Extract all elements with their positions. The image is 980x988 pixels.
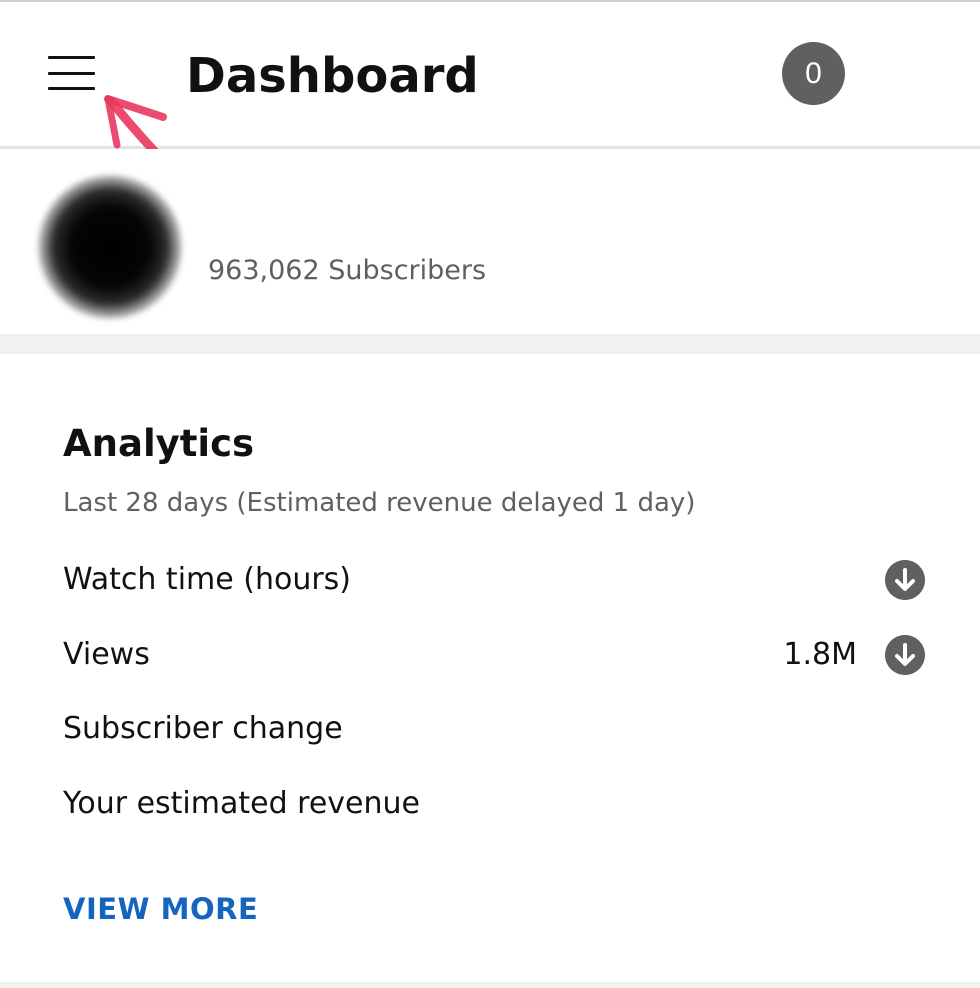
menu-button[interactable]	[40, 48, 102, 98]
arrow-down-circle-icon	[885, 635, 925, 675]
metric-label: Your estimated revenue	[63, 786, 420, 821]
metric-value: 1.8M	[783, 637, 857, 672]
metric-label: Subscriber change	[63, 711, 343, 746]
bottom-divider	[0, 982, 980, 988]
analytics-subtitle: Last 28 days (Estimated revenue delayed …	[63, 488, 696, 518]
dashboard-page: Dashboard 0 963,062 Subscribers Analytic…	[0, 0, 980, 988]
subscriber-count: 963,062 Subscribers	[208, 255, 487, 286]
metric-row-estimated-revenue[interactable]: Your estimated revenue	[63, 779, 933, 829]
channel-avatar[interactable]	[38, 175, 182, 319]
notification-badge[interactable]: 0	[782, 42, 845, 105]
view-more-link[interactable]: VIEW MORE	[63, 886, 258, 932]
arrow-down-circle-icon	[885, 560, 925, 600]
metric-row-subscriber-change[interactable]: Subscriber change	[63, 704, 933, 754]
metric-label: Watch time (hours)	[63, 562, 352, 597]
analytics-title: Analytics	[63, 422, 255, 465]
metric-row-views[interactable]: Views 1.8M	[63, 630, 933, 680]
section-divider	[0, 334, 980, 354]
page-title: Dashboard	[186, 48, 479, 104]
metric-row-watch-time[interactable]: Watch time (hours)	[63, 555, 933, 605]
metric-label: Views	[63, 637, 150, 672]
